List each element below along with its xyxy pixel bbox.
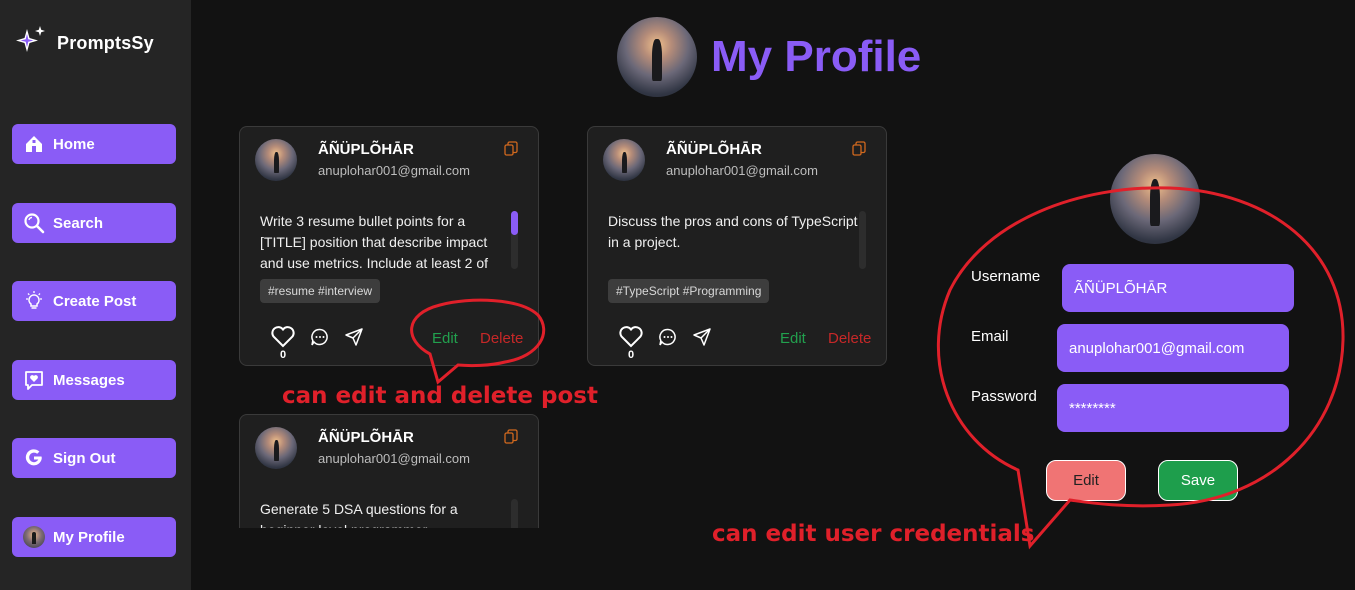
delete-post-button[interactable]: Delete [828, 330, 871, 347]
avatar [23, 526, 45, 548]
edit-post-button[interactable]: Edit [432, 330, 458, 347]
copy-icon[interactable] [852, 141, 866, 157]
post-username: ÃÑÜPLÕHĀR [318, 141, 414, 158]
post-tags[interactable]: #resume #interview [260, 279, 381, 303]
share-icon[interactable] [692, 327, 712, 352]
nav-search-label: Search [53, 214, 104, 232]
home-icon [23, 133, 45, 155]
brand[interactable]: PromptsSy [14, 24, 154, 63]
scrollbar-thumb[interactable] [511, 211, 518, 235]
form-avatar [1110, 154, 1200, 244]
post-username: ÃÑÜPLÕHĀR [666, 141, 762, 158]
like-count: 0 [628, 349, 635, 361]
nav-create-post-label: Create Post [53, 292, 137, 310]
post-text: Generate 5 DSA questions for a beginner … [260, 501, 458, 528]
page-title: My Profile [711, 32, 922, 81]
sidebar: PromptsSy Home Search Create Post Messag… [0, 0, 191, 590]
nav-avatar-wrap [23, 526, 45, 548]
post-card: ÃÑÜPLÕHĀR anuplohar001@gmail.com Discuss… [587, 126, 887, 366]
post-tags[interactable]: #TypeScript #Programming [608, 279, 770, 303]
nav-sign-out-label: Sign Out [53, 449, 116, 467]
annotation-credentials-note: can edit user credentials [712, 521, 1035, 547]
avatar [255, 427, 297, 469]
password-label: Password [971, 388, 1037, 405]
comment-icon[interactable] [310, 327, 330, 352]
edit-post-button[interactable]: Edit [780, 330, 806, 347]
avatar [603, 139, 645, 181]
save-profile-button[interactable]: Save [1158, 460, 1238, 501]
share-icon[interactable] [344, 327, 364, 352]
nav-home-label: Home [53, 135, 95, 153]
copy-icon[interactable] [504, 429, 518, 445]
nav-search-button[interactable]: Search [12, 203, 176, 243]
like-count: 0 [280, 349, 287, 361]
nav-messages-label: Messages [53, 371, 125, 389]
lightbulb-icon [23, 290, 45, 312]
heart-chat-icon [23, 369, 45, 391]
avatar [255, 139, 297, 181]
post-card: ÃÑÜPLÕHĀR anuplohar001@gmail.com Generat… [239, 414, 539, 528]
sparkle-icon [14, 24, 48, 63]
nav-sign-out-button[interactable]: Sign Out [12, 438, 176, 478]
nav-messages-button[interactable]: Messages [12, 360, 176, 400]
email-label: Email [971, 328, 1009, 345]
page-header: My Profile [617, 17, 921, 97]
post-text: Discuss the pros and cons of TypeScript … [608, 213, 858, 250]
post-email: anuplohar001@gmail.com [666, 163, 818, 178]
annotation-posts-note: can edit and delete post [282, 383, 598, 409]
post-email: anuplohar001@gmail.com [318, 451, 470, 466]
nav-create-post-button[interactable]: Create Post [12, 281, 176, 321]
search-icon [23, 212, 45, 234]
nav-my-profile-button[interactable]: My Profile [12, 517, 176, 557]
scrollbar[interactable] [511, 499, 518, 528]
post-username: ÃÑÜPLÕHĀR [318, 429, 414, 446]
scrollbar[interactable] [511, 211, 518, 269]
post-card: ÃÑÜPLÕHĀR anuplohar001@gmail.com Write 3… [239, 126, 539, 366]
password-input[interactable] [1057, 384, 1289, 432]
edit-profile-button[interactable]: Edit [1046, 460, 1126, 501]
profile-avatar [617, 17, 697, 97]
post-text: Write 3 resume bullet points for a [TITL… [260, 213, 489, 271]
delete-post-button[interactable]: Delete [480, 330, 523, 347]
username-label: Username [971, 268, 1041, 285]
post-email: anuplohar001@gmail.com [318, 163, 470, 178]
nav-home-button[interactable]: Home [12, 124, 176, 164]
email-input[interactable] [1057, 324, 1289, 372]
scrollbar[interactable] [859, 211, 866, 269]
username-input[interactable] [1062, 264, 1294, 312]
comment-icon[interactable] [658, 327, 678, 352]
copy-icon[interactable] [504, 141, 518, 157]
nav-my-profile-label: My Profile [53, 528, 125, 546]
brand-name: PromptsSy [57, 33, 154, 53]
google-icon [23, 447, 45, 469]
